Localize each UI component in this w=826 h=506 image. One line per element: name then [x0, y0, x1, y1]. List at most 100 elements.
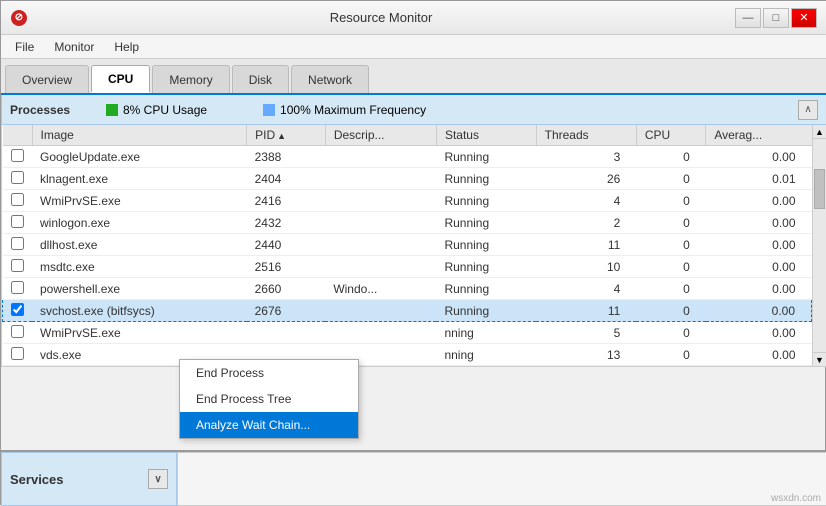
- col-cpu[interactable]: CPU: [636, 125, 706, 146]
- window-controls: — □ ✕: [735, 8, 817, 28]
- row-pid: 2416: [247, 190, 326, 212]
- row-status: nning: [436, 322, 536, 344]
- row-desc: [325, 322, 436, 344]
- row-desc: [325, 234, 436, 256]
- services-title: Services: [10, 472, 64, 487]
- row-checkbox[interactable]: [3, 256, 33, 278]
- row-checkbox[interactable]: [3, 344, 33, 366]
- row-checkbox[interactable]: [3, 234, 33, 256]
- context-menu: End Process End Process Tree Analyze Wai…: [179, 359, 359, 439]
- watermark: wsxdn.com: [771, 493, 821, 504]
- menu-help[interactable]: Help: [106, 38, 147, 56]
- cpu-usage-indicator: 8% CPU Usage: [106, 103, 207, 117]
- context-end-process[interactable]: End Process: [180, 360, 358, 386]
- table-row[interactable]: winlogon.exe 2432 Running 2 0 0.00: [3, 212, 812, 234]
- table-row[interactable]: powershell.exe 2660 Windo... Running 4 0…: [3, 278, 812, 300]
- tab-network[interactable]: Network: [291, 65, 369, 93]
- table-row[interactable]: GoogleUpdate.exe 2388 Running 3 0 0.00: [3, 146, 812, 168]
- row-cpu: 0: [636, 322, 706, 344]
- row-checkbox[interactable]: [3, 146, 33, 168]
- row-pid: 2388: [247, 146, 326, 168]
- vertical-scrollbar[interactable]: ▲ ▼: [812, 125, 826, 366]
- row-avg: 0.00: [706, 212, 812, 234]
- row-threads: 4: [536, 278, 636, 300]
- row-cpu: 0: [636, 168, 706, 190]
- row-cpu: 0: [636, 300, 706, 322]
- collapse-processes-button[interactable]: ∧: [798, 100, 818, 120]
- context-end-process-tree[interactable]: End Process Tree: [180, 386, 358, 412]
- table-row[interactable]: WmiPrvSE.exe nning 5 0 0.00: [3, 322, 812, 344]
- row-checkbox[interactable]: [3, 322, 33, 344]
- row-checkbox[interactable]: [3, 168, 33, 190]
- table-row[interactable]: vds.exe nning 13 0 0.00: [3, 344, 812, 366]
- freq-label: 100% Maximum Frequency: [280, 103, 426, 117]
- row-status: Running: [436, 278, 536, 300]
- row-threads: 3: [536, 146, 636, 168]
- row-status: Running: [436, 212, 536, 234]
- row-image: GoogleUpdate.exe: [32, 146, 247, 168]
- col-pid[interactable]: PID▲: [247, 125, 326, 146]
- bottom-bar: Services ∨: [1, 450, 826, 506]
- tab-cpu[interactable]: CPU: [91, 65, 150, 93]
- row-checkbox[interactable]: [3, 300, 33, 322]
- row-desc: [325, 190, 436, 212]
- scroll-thumb[interactable]: [814, 169, 825, 209]
- table-row[interactable]: klnagent.exe 2404 Running 26 0 0.01: [3, 168, 812, 190]
- menu-file[interactable]: File: [7, 38, 42, 56]
- row-image: powershell.exe: [32, 278, 247, 300]
- row-cpu: 0: [636, 146, 706, 168]
- table-row[interactable]: WmiPrvSE.exe 2416 Running 4 0 0.00: [3, 190, 812, 212]
- row-threads: 2: [536, 212, 636, 234]
- processes-title: Processes: [10, 103, 90, 117]
- row-threads: 10: [536, 256, 636, 278]
- row-status: Running: [436, 190, 536, 212]
- services-section: Services ∨: [1, 452, 177, 506]
- row-image: svchost.exe (bitfsycs): [32, 300, 247, 322]
- row-threads: 4: [536, 190, 636, 212]
- table-row[interactable]: svchost.exe (bitfsycs) 2676 Running 11 0…: [3, 300, 812, 322]
- row-pid: 2516: [247, 256, 326, 278]
- freq-dot: [263, 104, 275, 116]
- maximize-button[interactable]: □: [763, 8, 789, 28]
- app-icon: ⊘: [11, 10, 27, 26]
- col-threads[interactable]: Threads: [536, 125, 636, 146]
- row-checkbox[interactable]: [3, 190, 33, 212]
- row-image: winlogon.exe: [32, 212, 247, 234]
- row-cpu: 0: [636, 190, 706, 212]
- col-desc[interactable]: Descrip...: [325, 125, 436, 146]
- row-cpu: 0: [636, 234, 706, 256]
- row-image: WmiPrvSE.exe: [32, 190, 247, 212]
- tab-disk[interactable]: Disk: [232, 65, 289, 93]
- table-row[interactable]: dllhost.exe 2440 Running 11 0 0.00: [3, 234, 812, 256]
- tab-overview[interactable]: Overview: [5, 65, 89, 93]
- row-status: Running: [436, 168, 536, 190]
- row-threads: 11: [536, 234, 636, 256]
- context-analyze-wait-chain[interactable]: Analyze Wait Chain...: [180, 412, 358, 438]
- row-threads: 26: [536, 168, 636, 190]
- row-image: msdtc.exe: [32, 256, 247, 278]
- close-button[interactable]: ✕: [791, 8, 817, 28]
- row-status: nning: [436, 344, 536, 366]
- row-avg: 0.00: [706, 256, 812, 278]
- cpu-dot: [106, 104, 118, 116]
- minimize-button[interactable]: —: [735, 8, 761, 28]
- row-desc: [325, 256, 436, 278]
- row-checkbox[interactable]: [3, 278, 33, 300]
- processes-table-container: Image PID▲ Descrip... Status Threads CPU…: [1, 125, 826, 367]
- row-threads: 5: [536, 322, 636, 344]
- col-image[interactable]: Image: [32, 125, 247, 146]
- row-desc: [325, 146, 436, 168]
- cpu-usage-label: 8% CPU Usage: [123, 103, 207, 117]
- col-avg[interactable]: Averag...: [706, 125, 812, 146]
- row-desc: Windo...: [325, 278, 436, 300]
- row-pid: 2660: [247, 278, 326, 300]
- row-cpu: 0: [636, 278, 706, 300]
- row-avg: 0.01: [706, 168, 812, 190]
- row-checkbox[interactable]: [3, 212, 33, 234]
- menu-monitor[interactable]: Monitor: [46, 38, 102, 56]
- expand-services-button[interactable]: ∨: [148, 469, 168, 489]
- tab-memory[interactable]: Memory: [152, 65, 229, 93]
- col-status[interactable]: Status: [436, 125, 536, 146]
- row-threads: 13: [536, 344, 636, 366]
- table-row[interactable]: msdtc.exe 2516 Running 10 0 0.00: [3, 256, 812, 278]
